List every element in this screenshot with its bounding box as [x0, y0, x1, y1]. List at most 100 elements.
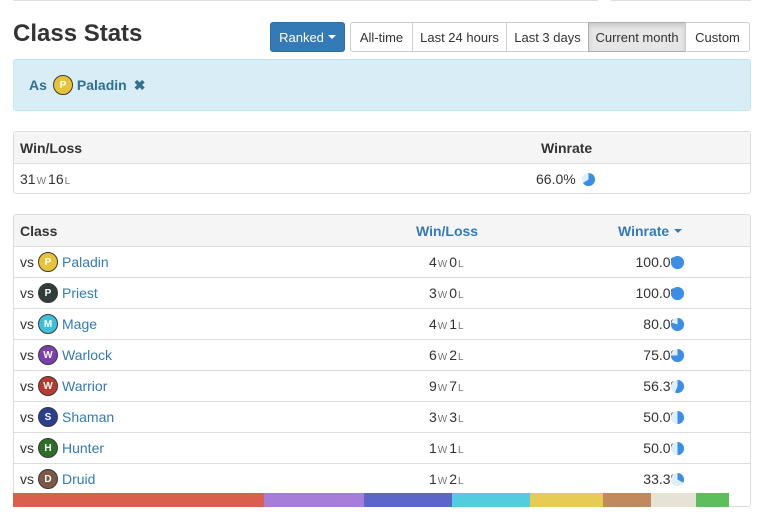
winrate-pie-cell [665, 309, 685, 339]
distribution-segment [452, 493, 530, 507]
table-row: vs H Hunter 1W 1L 50.0% [14, 432, 750, 463]
distribution-segment [529, 493, 604, 507]
caret-down-icon [327, 35, 336, 39]
class-cell: vs H Hunter [20, 433, 104, 463]
class-cell: vs S Shaman [20, 402, 114, 432]
paladin-icon: P [38, 252, 58, 272]
class-link[interactable]: Paladin [62, 254, 109, 270]
win-suffix: W [437, 382, 448, 394]
summary-winrate-header: Winrate [541, 139, 593, 156]
losses-value: 7 [449, 378, 458, 394]
table-row: vs D Druid 1W 2L 33.3% [14, 463, 750, 494]
winrate-pie-cell [665, 464, 685, 494]
distribution-segment [603, 493, 652, 507]
time-range-button[interactable]: Current month [588, 22, 686, 52]
class-link[interactable]: Mage [62, 316, 97, 332]
winrate-pie-cell [665, 433, 685, 463]
winloss-cell: 4W 0L [429, 247, 466, 277]
class-link[interactable]: Warrior [62, 378, 107, 394]
distribution-segment [363, 493, 453, 507]
winrate-pie-icon [670, 441, 685, 455]
class-distribution-bar [13, 493, 751, 507]
filter-class-name[interactable]: Paladin [77, 77, 127, 93]
winrate-pie-icon [670, 348, 685, 362]
table-row: vs W Warlock 6W 2L 75.0% [14, 339, 750, 370]
winloss-column-header[interactable]: Win/Loss [416, 215, 478, 246]
winrate-column-label: Winrate [618, 222, 670, 239]
class-stats-page: Class Stats Ranked All-time Last 24 hours… [0, 0, 773, 515]
class-cell: vs D Druid [20, 464, 95, 494]
winrate-pie-icon [581, 172, 595, 186]
class-link[interactable]: Shaman [62, 409, 114, 425]
pie-fill [677, 410, 685, 424]
winrate-pie-cell [665, 402, 685, 432]
vs-label: vs [20, 440, 34, 456]
vs-label: vs [20, 316, 34, 332]
table-row: vs P Paladin 4W 0L 100.0% [14, 246, 750, 277]
class-cell: vs P Priest [20, 278, 98, 308]
class-link[interactable]: Priest [62, 285, 98, 301]
wins-value: 1 [429, 471, 437, 487]
win-suffix: W [437, 320, 448, 332]
mode-dropdown-button[interactable]: Ranked [270, 22, 345, 52]
winrate-pie-icon [670, 317, 685, 331]
class-link[interactable]: Druid [62, 471, 95, 487]
priest-icon: P [38, 283, 58, 303]
winrate-pie-icon [670, 255, 685, 269]
warlock-icon: W [38, 345, 58, 365]
close-icon[interactable]: ✖ [134, 77, 146, 94]
summary-winloss: 31 W 16 L [20, 164, 72, 193]
winrate-column-header[interactable]: Winrate [618, 215, 683, 246]
losses-value: 1 [449, 440, 458, 456]
top-divider [13, 0, 598, 1]
winloss-cell: 3W 3L [429, 402, 466, 432]
time-range-button[interactable]: Last 3 days [506, 22, 589, 52]
loss-suffix: L [64, 175, 71, 187]
summary-row: 31 W 16 L 66.0% [14, 163, 750, 193]
winrate-pie-cell [665, 247, 685, 277]
summary-header-row: Win/Loss Winrate [14, 132, 750, 163]
vs-label: vs [20, 254, 34, 270]
winrate-pie-cell [665, 340, 685, 370]
filter-prefix: As [29, 77, 47, 93]
loss-suffix: L [458, 258, 464, 270]
class-link[interactable]: Warlock [62, 347, 112, 363]
wins-value: 3 [429, 409, 437, 425]
summary-winrate: 66.0% [536, 164, 596, 193]
class-link[interactable]: Hunter [62, 440, 104, 456]
winrate-pie-icon [670, 472, 685, 486]
class-cell: vs W Warrior [20, 371, 107, 401]
vs-label: vs [20, 409, 34, 425]
win-suffix: W [437, 258, 448, 270]
winloss-cell: 4W 1L [429, 309, 466, 339]
class-cell: vs M Mage [20, 309, 97, 339]
summary-wins: 31 [20, 171, 36, 187]
wins-value: 3 [429, 285, 437, 301]
losses-value: 0 [449, 254, 458, 270]
paladin-icon: P [52, 75, 73, 95]
time-range-button[interactable]: Last 24 hours [412, 22, 507, 52]
winrate-pie-icon [670, 410, 685, 424]
class-column-header: Class [20, 222, 58, 239]
wins-value: 9 [429, 378, 437, 394]
summary-winloss-header: Win/Loss [20, 139, 83, 156]
class-rows: vs P Paladin 4W 0L 100.0% vs P Priest 3W… [14, 246, 750, 494]
time-range-group: All-time Last 24 hours Last 3 days Current … [350, 22, 750, 52]
loss-suffix: L [458, 382, 464, 394]
vs-label: vs [20, 378, 34, 394]
winloss-cell: 6W 2L [429, 340, 466, 370]
winloss-cell: 1W 2L [429, 464, 466, 494]
class-table-header-row: Class Win/Loss Winrate [14, 215, 750, 246]
top-divider-right [611, 0, 751, 1]
time-range-button[interactable]: Custom [685, 22, 750, 52]
pie-fill [670, 255, 685, 269]
summary-panel: Win/Loss Winrate 31 W 16 L 66.0% [13, 131, 751, 194]
table-row: vs P Priest 3W 0L 100.0% [14, 277, 750, 308]
winrate-pie-icon [670, 379, 685, 393]
time-range-button[interactable]: All-time [350, 22, 413, 52]
win-suffix: W [437, 413, 448, 425]
losses-value: 3 [449, 409, 458, 425]
wins-value: 6 [429, 347, 437, 363]
wins-value: 1 [429, 440, 437, 456]
hunter-icon: H [38, 438, 58, 458]
